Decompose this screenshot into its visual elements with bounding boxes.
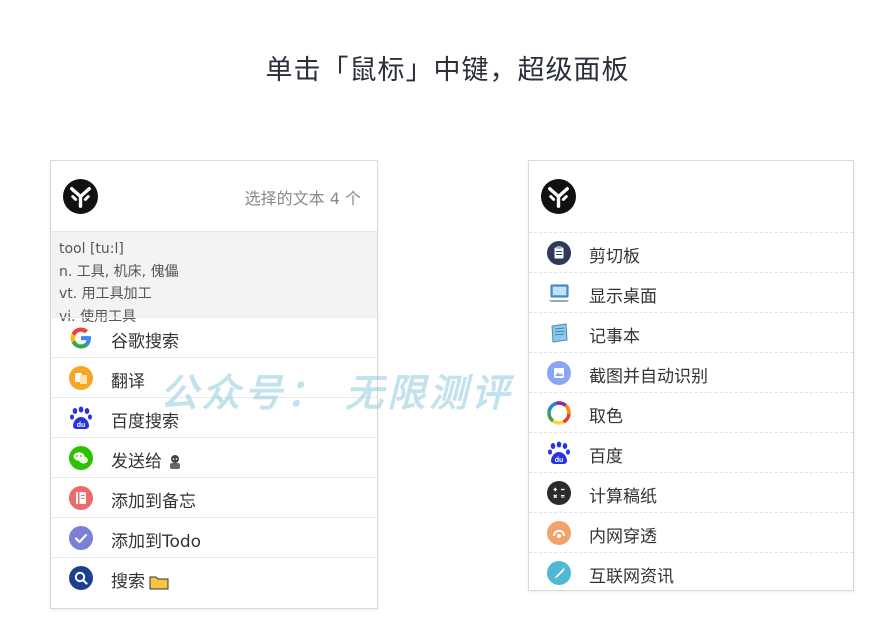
menu-item-clipboard[interactable]: 剪切板 [529, 232, 853, 272]
screenshot-ocr-icon [546, 360, 572, 386]
wechat-icon [68, 445, 94, 471]
calculator-icon [546, 480, 572, 506]
menu-item-search[interactable]: 搜索 [51, 557, 377, 597]
dictionary-result: tool [tu:l] n. 工具, 机床, 傀儡 vt. 用工具加工 vi. … [51, 231, 377, 325]
menu-item-show-desktop[interactable]: 显示桌面 [529, 272, 853, 312]
menu-item-baidu[interactable]: du 百度 [529, 432, 853, 472]
memo-icon [68, 485, 94, 511]
notepad-icon [546, 320, 572, 346]
menu-item-translate[interactable]: 翻译 [51, 357, 377, 397]
desktop-icon [546, 280, 572, 306]
menu-item-add-to-todo[interactable]: 添加到Todo [51, 517, 377, 557]
menu-item-label: 搜索 [111, 567, 169, 595]
app-logo-icon [63, 179, 98, 214]
menu-item-notepad[interactable]: 记事本 [529, 312, 853, 352]
menu-item-add-to-memo[interactable]: 添加到备忘 [51, 477, 377, 517]
google-icon [68, 325, 94, 351]
translate-icon [68, 365, 94, 391]
menu-item-label: 剪切板 [589, 247, 640, 267]
menu-item-label: 显示桌面 [589, 287, 657, 307]
svg-text:du: du [555, 457, 564, 464]
general-panel: 剪切板 显示桌面 记事本 截图并自动识别 取色 du 百度 计算稿纸 内网穿透 … [528, 160, 854, 591]
text-selection-panel: 选择的文本 4 个 tool [tu:l] n. 工具, 机床, 傀儡 vt. … [50, 160, 378, 609]
todo-check-icon [68, 525, 94, 551]
contact-avatar-icon [166, 452, 184, 475]
page-title: 单击「鼠标」中键，超级面板 [265, 55, 630, 86]
selected-text-count: 选择的文本 4 个 [244, 189, 361, 208]
dict-noun: n. 工具, 机床, 傀儡 [59, 263, 179, 280]
svg-text:du: du [77, 422, 86, 429]
menu-item-label: 百度搜索 [111, 412, 179, 432]
panel-header [529, 161, 853, 232]
menu-item-send-to[interactable]: 发送给 [51, 437, 377, 477]
dict-verb-transitive: vt. 用工具加工 [59, 286, 152, 302]
app-logo-icon [541, 179, 576, 214]
menu-item-label: 添加到备忘 [111, 492, 196, 512]
menu-item-label: 截图并自动识别 [589, 367, 708, 387]
menu-item-label: 百度 [589, 447, 623, 467]
menu-item-label: 互联网资讯 [589, 567, 674, 587]
tunnel-icon [546, 520, 572, 546]
baidu-icon: du [546, 440, 572, 466]
menu-item-label: 翻译 [111, 372, 145, 392]
dict-phonetic: tool [tu:l] [59, 241, 124, 257]
menu-item-label: 内网穿透 [589, 527, 657, 547]
menu-item-color-picker[interactable]: 取色 [529, 392, 853, 432]
tools-menu: 剪切板 显示桌面 记事本 截图并自动识别 取色 du 百度 计算稿纸 内网穿透 … [529, 232, 853, 590]
clipboard-icon [546, 240, 572, 266]
news-rocket-icon [546, 560, 572, 586]
menu-item-label: 计算稿纸 [589, 487, 657, 507]
menu-item-screenshot-ocr[interactable]: 截图并自动识别 [529, 352, 853, 392]
menu-item-calculator[interactable]: 计算稿纸 [529, 472, 853, 512]
color-picker-icon [546, 400, 572, 426]
menu-item-label: 发送给 [111, 447, 184, 475]
menu-item-label: 添加到Todo [111, 532, 202, 552]
menu-item-google-search[interactable]: 谷歌搜索 [51, 317, 377, 357]
menu-item-label: 取色 [589, 407, 623, 427]
action-menu: 谷歌搜索 翻译 du 百度搜索 发送给 添加到备忘 添加到Todo 搜索 [51, 317, 377, 597]
menu-item-label: 记事本 [589, 327, 640, 347]
panel-header: 选择的文本 4 个 [51, 161, 377, 231]
folder-icon [149, 574, 169, 595]
menu-item-internet-news[interactable]: 互联网资讯 [529, 552, 853, 590]
search-icon [68, 565, 94, 591]
menu-item-label: 谷歌搜索 [111, 332, 179, 352]
menu-item-intranet-tunnel[interactable]: 内网穿透 [529, 512, 853, 552]
baidu-icon: du [68, 405, 94, 431]
menu-item-baidu-search[interactable]: du 百度搜索 [51, 397, 377, 437]
